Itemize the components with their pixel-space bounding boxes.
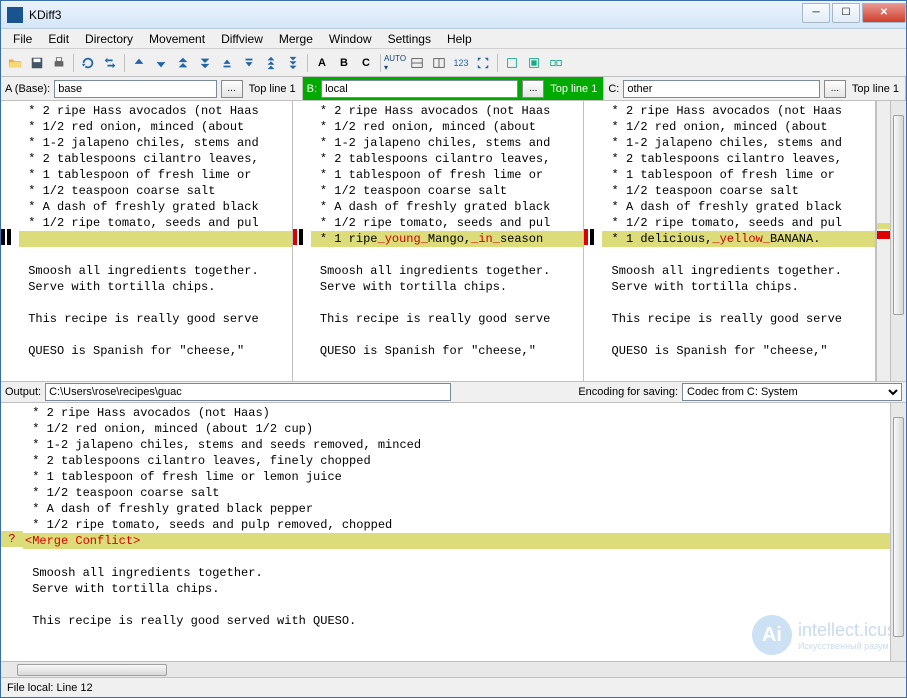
pane-c-input[interactable] bbox=[623, 80, 820, 98]
encoding-select[interactable]: Codec from C: System bbox=[682, 383, 902, 401]
minimize-button[interactable]: ─ bbox=[802, 3, 830, 23]
output-vscroll[interactable] bbox=[890, 403, 906, 661]
pane-b-input[interactable] bbox=[321, 80, 518, 98]
pane-c[interactable]: * 2 ripe Hass avocados (not Haas * 1/2 r… bbox=[584, 101, 876, 381]
up-single-icon[interactable] bbox=[217, 53, 237, 73]
print-icon[interactable] bbox=[49, 53, 69, 73]
choose-b-button[interactable]: B bbox=[334, 53, 354, 73]
pane-b-header: B: ... Top line 1 bbox=[303, 77, 605, 100]
pane-c-browse-button[interactable]: ... bbox=[824, 80, 846, 98]
pane-b-label: B: bbox=[307, 83, 317, 95]
panes-vscroll[interactable] bbox=[890, 101, 906, 381]
app-icon bbox=[7, 7, 23, 23]
menubar: File Edit Directory Movement Diffview Me… bbox=[1, 29, 906, 49]
pane-a-header: A (Base): ... Top line 1 bbox=[1, 77, 303, 100]
menu-settings[interactable]: Settings bbox=[380, 30, 439, 48]
double-down-icon[interactable] bbox=[195, 53, 215, 73]
menu-merge[interactable]: Merge bbox=[271, 30, 321, 48]
swap-icon[interactable] bbox=[100, 53, 120, 73]
down-single-icon[interactable] bbox=[239, 53, 259, 73]
encoding-label: Encoding for saving: bbox=[578, 386, 678, 398]
auto-button[interactable]: AUTO▾ bbox=[385, 53, 405, 73]
up-triple-icon[interactable] bbox=[261, 53, 281, 73]
choose-a-button[interactable]: A bbox=[312, 53, 332, 73]
pane-c-header: C: ... Top line 1 bbox=[604, 77, 906, 100]
reload-icon[interactable] bbox=[78, 53, 98, 73]
up-arrow-icon[interactable] bbox=[129, 53, 149, 73]
menu-movement[interactable]: Movement bbox=[141, 30, 213, 48]
status-text: File local: Line 12 bbox=[7, 682, 93, 694]
pane-a-input[interactable] bbox=[54, 80, 216, 98]
menu-edit[interactable]: Edit bbox=[40, 30, 77, 48]
pane-a[interactable]: * 2 ripe Hass avocados (not Haas * 1/2 r… bbox=[1, 101, 293, 381]
overview-strip[interactable] bbox=[876, 101, 890, 381]
choose-c-button[interactable]: C bbox=[356, 53, 376, 73]
split-v-icon[interactable] bbox=[429, 53, 449, 73]
double-up-icon[interactable] bbox=[173, 53, 193, 73]
toolbar: A B C AUTO▾ 123 bbox=[1, 49, 906, 77]
save-icon[interactable] bbox=[27, 53, 47, 73]
output-label: Output: bbox=[5, 386, 41, 398]
close-button[interactable]: ✕ bbox=[862, 3, 906, 23]
maximize-button[interactable]: ☐ bbox=[832, 3, 860, 23]
ws2-icon[interactable] bbox=[524, 53, 544, 73]
pane-a-label: A (Base): bbox=[5, 83, 50, 95]
menu-diffview[interactable]: Diffview bbox=[213, 30, 271, 48]
pane-b[interactable]: * 2 ripe Hass avocados (not Haas * 1/2 r… bbox=[293, 101, 585, 381]
menu-directory[interactable]: Directory bbox=[77, 30, 141, 48]
menu-help[interactable]: Help bbox=[439, 30, 480, 48]
expand-icon[interactable] bbox=[473, 53, 493, 73]
pane-a-browse-button[interactable]: ... bbox=[221, 80, 243, 98]
menu-file[interactable]: File bbox=[5, 30, 40, 48]
open-icon[interactable] bbox=[5, 53, 25, 73]
window-title: KDiff3 bbox=[29, 8, 800, 22]
pane-c-topline: Top line 1 bbox=[850, 83, 901, 95]
hscroll[interactable] bbox=[1, 661, 906, 677]
pane-b-browse-button[interactable]: ... bbox=[522, 80, 544, 98]
pane-b-topline: Top line 1 bbox=[548, 83, 599, 95]
pane-c-label: C: bbox=[608, 83, 619, 95]
statusbar: File local: Line 12 bbox=[1, 677, 906, 697]
output-path-input[interactable] bbox=[45, 383, 451, 401]
ws1-icon[interactable] bbox=[502, 53, 522, 73]
pane-a-topline: Top line 1 bbox=[247, 83, 298, 95]
down-arrow-icon[interactable] bbox=[151, 53, 171, 73]
down-triple-icon[interactable] bbox=[283, 53, 303, 73]
titlebar: KDiff3 ─ ☐ ✕ bbox=[1, 1, 906, 29]
ws3-icon[interactable] bbox=[546, 53, 566, 73]
menu-window[interactable]: Window bbox=[321, 30, 380, 48]
line-num-icon[interactable]: 123 bbox=[451, 53, 471, 73]
output-code[interactable]: * 2 ripe Hass avocados (not Haas) * 1/2 … bbox=[23, 403, 890, 661]
split-h-icon[interactable] bbox=[407, 53, 427, 73]
